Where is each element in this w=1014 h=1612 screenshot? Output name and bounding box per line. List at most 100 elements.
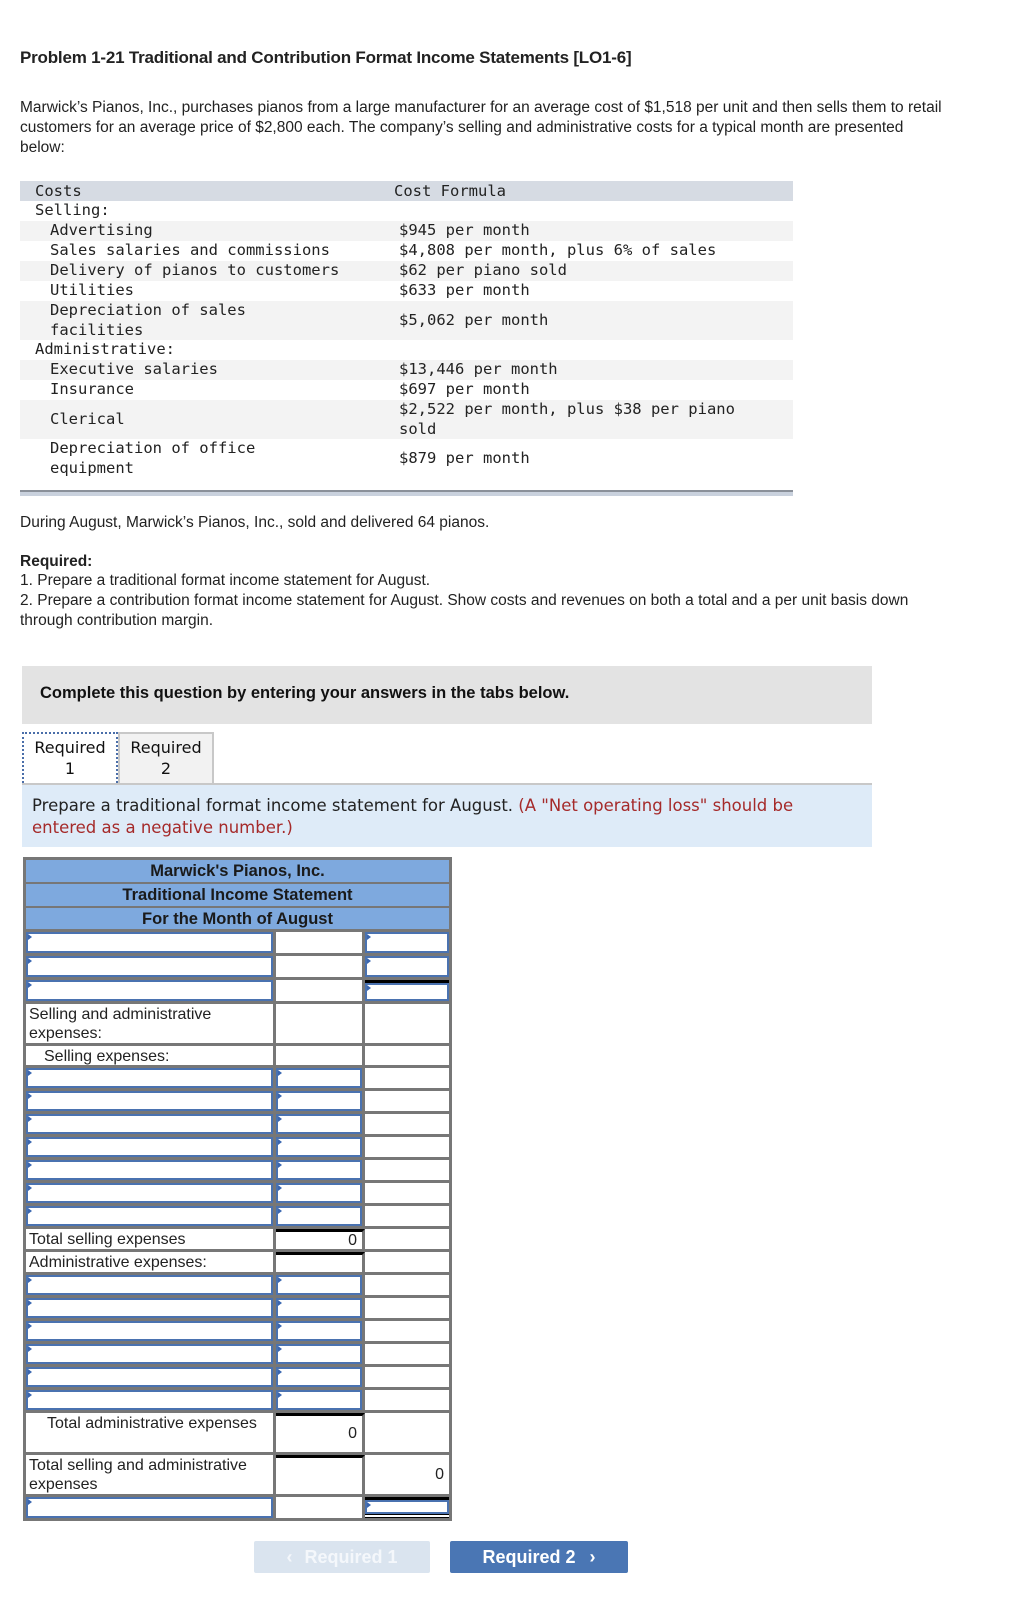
tab-required-1[interactable]: Required 1 xyxy=(22,732,118,783)
instructions-banner: Complete this question by entering your … xyxy=(22,666,872,724)
total-admin-label: Total administrative expenses xyxy=(47,1415,257,1432)
amount-input[interactable] xyxy=(276,1137,362,1157)
amount-input[interactable] xyxy=(365,956,449,977)
cost-row: Insurance $697 per month xyxy=(50,380,530,399)
amount-input[interactable] xyxy=(276,1091,362,1111)
tab-required-2[interactable]: Required 2 xyxy=(118,732,214,783)
amount-input[interactable] xyxy=(276,1321,362,1341)
admin-expense-row xyxy=(26,1367,449,1390)
total-admin-row: Total administrative expenses 0 xyxy=(26,1413,449,1455)
cost-table-footer xyxy=(20,490,793,496)
sa-expenses-label: Selling and administrative expenses: xyxy=(26,1004,276,1043)
amount-input[interactable] xyxy=(276,1068,362,1088)
amount-input[interactable] xyxy=(276,1160,362,1180)
problem-title: Problem 1-21 Traditional and Contributio… xyxy=(20,48,632,67)
selling-expense-row xyxy=(26,1206,449,1229)
cost-row: Utilities $633 per month xyxy=(50,281,530,300)
cost-table-header: Costs Cost Formula xyxy=(20,181,793,201)
admin-expense-row xyxy=(26,1275,449,1298)
selling-expense-row xyxy=(26,1137,449,1160)
line-item-select[interactable] xyxy=(26,1298,273,1318)
admin-expenses-label: Administrative expenses: xyxy=(26,1252,276,1272)
cost-row: Clerical $2,522 per month, plus $38 per p… xyxy=(20,400,793,439)
line-item-select[interactable] xyxy=(26,1137,273,1157)
admin-expense-row xyxy=(26,1298,449,1321)
selling-expenses-label: Selling expenses: xyxy=(26,1046,276,1065)
line-item-select[interactable] xyxy=(26,1068,273,1088)
admin-expense-row xyxy=(26,1321,449,1344)
line-item-select[interactable] xyxy=(26,1091,273,1111)
line-item-select[interactable] xyxy=(26,1321,273,1341)
line-item-select[interactable] xyxy=(26,1160,273,1180)
line-item-select[interactable] xyxy=(26,1497,273,1518)
tab-instruction: Prepare a traditional format income stat… xyxy=(22,783,872,847)
line-item-select[interactable] xyxy=(26,1206,273,1226)
line-item-select[interactable] xyxy=(26,1344,273,1364)
selling-expense-row xyxy=(26,1183,449,1206)
statement-title: Traditional Income Statement xyxy=(26,884,449,908)
requirement-1: 1. Prepare a traditional format income s… xyxy=(20,572,431,589)
total-selling-row: Total selling expenses 0 xyxy=(26,1229,449,1252)
statement-row: Selling expenses: xyxy=(26,1046,449,1068)
total-sa-label: Total selling and administrative expense… xyxy=(26,1455,276,1494)
cost-row: Advertising $945 per month xyxy=(20,221,793,241)
selling-expense-row xyxy=(26,1114,449,1137)
admin-expense-row xyxy=(26,1390,449,1413)
total-selling-value: 0 xyxy=(348,1231,357,1249)
cost-row: Sales salaries and commissions $4,808 per… xyxy=(50,241,717,260)
line-item-select[interactable] xyxy=(26,1390,273,1410)
amount-input[interactable] xyxy=(276,1114,362,1134)
statement-row: Administrative expenses: xyxy=(26,1252,449,1275)
amount-input[interactable] xyxy=(276,1206,362,1226)
amount-input[interactable] xyxy=(365,1500,449,1514)
cost-section-administrative: Administrative: xyxy=(35,340,175,359)
cost-row: Delivery of pianos to customers $62 per p… xyxy=(20,261,793,281)
statement-row xyxy=(26,932,449,956)
selling-expense-row xyxy=(26,1068,449,1091)
requirement-2: 2. Prepare a contribution format income … xyxy=(20,592,909,629)
amount-input[interactable] xyxy=(276,1183,362,1203)
line-item-select[interactable] xyxy=(26,1183,273,1203)
chevron-left-icon: ‹ xyxy=(286,1547,293,1567)
income-statement: Marwick's Pianos, Inc. Traditional Incom… xyxy=(23,857,452,1521)
statement-row: Selling and administrative expenses: xyxy=(26,1004,449,1046)
admin-expense-row xyxy=(26,1344,449,1367)
net-operating-income-row xyxy=(26,1497,449,1521)
chevron-right-icon: › xyxy=(589,1547,596,1567)
costs-header: Costs xyxy=(35,182,82,200)
total-admin-value: 0 xyxy=(348,1425,357,1442)
line-item-select[interactable] xyxy=(26,956,273,977)
cost-row: Depreciation of office equipment $879 per… xyxy=(50,438,530,477)
amount-input[interactable] xyxy=(365,983,449,1001)
amount-input[interactable] xyxy=(276,1275,362,1295)
cost-formula-header: Cost Formula xyxy=(394,182,506,200)
line-item-select[interactable] xyxy=(26,1114,273,1134)
amount-input[interactable] xyxy=(276,1344,362,1364)
line-item-select[interactable] xyxy=(26,1275,273,1295)
prev-required-button[interactable]: ‹ Required 1 xyxy=(254,1541,430,1573)
line-item-select[interactable] xyxy=(26,932,273,953)
statement-row xyxy=(26,956,449,980)
total-sa-value: 0 xyxy=(435,1465,444,1483)
total-selling-label: Total selling expenses xyxy=(26,1229,276,1249)
cost-row: Executive salaries $13,446 per month xyxy=(20,360,793,380)
cost-row: Depreciation of sales facilities $5,062 p… xyxy=(20,301,793,340)
next-required-button[interactable]: Required 2 › xyxy=(450,1541,628,1573)
amount-input[interactable] xyxy=(276,1367,362,1387)
selling-expense-row xyxy=(26,1091,449,1114)
amount-input[interactable] xyxy=(276,1390,362,1410)
line-item-select[interactable] xyxy=(26,980,273,1001)
problem-intro: Marwick’s Pianos, Inc., purchases pianos… xyxy=(20,99,942,156)
total-sa-row: Total selling and administrative expense… xyxy=(26,1455,449,1497)
line-item-select[interactable] xyxy=(26,1367,273,1387)
required-label: Required: xyxy=(20,553,93,570)
statement-period: For the Month of August xyxy=(26,908,449,932)
amount-input[interactable] xyxy=(276,1298,362,1318)
requirement-tabs: Required 1 Required 2 xyxy=(22,732,214,783)
cost-formula-table: Costs Cost Formula Selling: Advertising $… xyxy=(20,181,793,496)
cost-section-selling: Selling: xyxy=(35,201,110,220)
statement-company: Marwick's Pianos, Inc. xyxy=(26,860,449,884)
amount-input[interactable] xyxy=(365,932,449,953)
selling-expense-row xyxy=(26,1160,449,1183)
statement-row xyxy=(26,980,449,1004)
